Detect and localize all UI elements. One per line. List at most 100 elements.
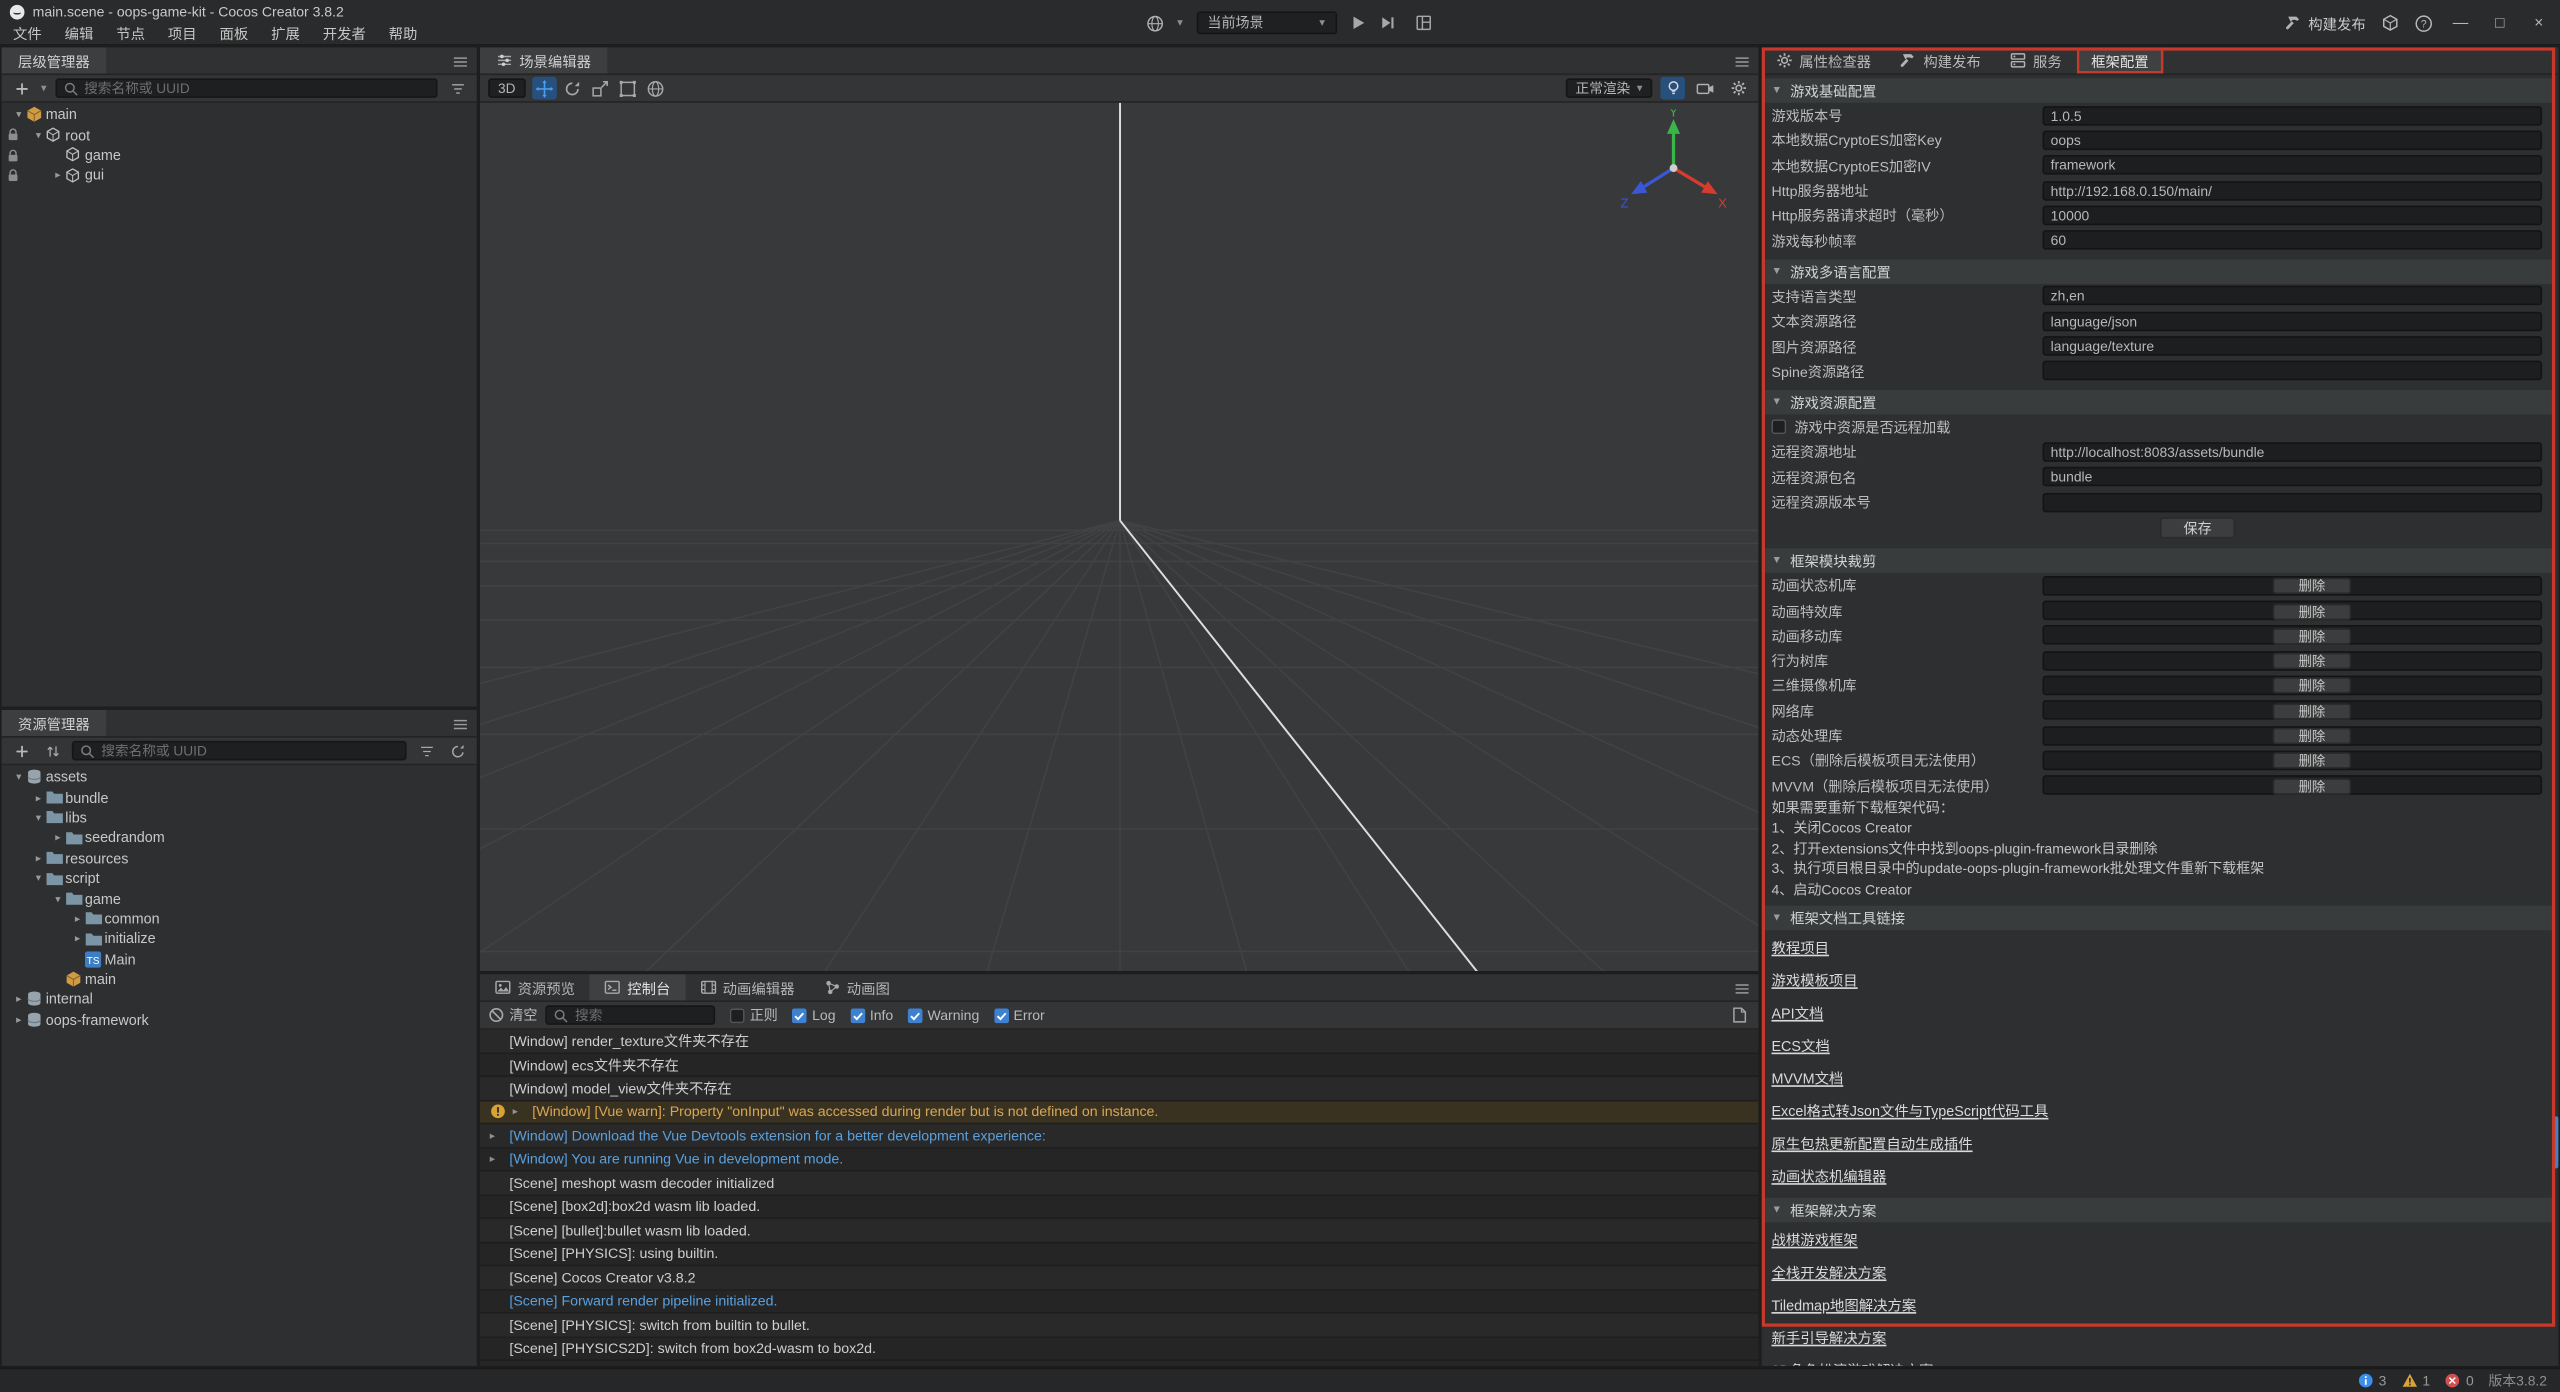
assets-tree-item[interactable]: TSMain: [2, 949, 477, 969]
section-header[interactable]: ▼框架文档工具链接: [1762, 906, 2552, 930]
log-row[interactable]: [Scene] [PHYSICS]: using builtin.: [480, 1243, 1758, 1267]
lock-icon[interactable]: [7, 128, 20, 143]
console-tab[interactable]: 资源预览: [480, 974, 590, 1000]
log-row[interactable]: [Scene] Forward render pipeline initiali…: [480, 1290, 1758, 1314]
assets-tree-item[interactable]: ▾libs: [2, 807, 477, 827]
expand-arrow-icon[interactable]: ▸: [11, 1013, 26, 1026]
assets-tree-item[interactable]: ▸bundle: [2, 787, 477, 807]
tab-hierarchy[interactable]: 层级管理器: [2, 47, 106, 73]
log-row[interactable]: [Window] model_view文件夹不存在: [480, 1077, 1758, 1101]
assets-tree-item[interactable]: ▸common: [2, 909, 477, 929]
doc-link[interactable]: MVVM文档: [1762, 1061, 2552, 1094]
doc-link[interactable]: ECS文档: [1762, 1029, 2552, 1062]
scale-tool-button[interactable]: [587, 77, 611, 100]
config-input[interactable]: 60: [2043, 230, 2543, 250]
step-button[interactable]: [1379, 15, 1395, 31]
delete-module-button[interactable]: 删除: [2273, 753, 2351, 769]
render-mode-select[interactable]: 正常渲染 ▾: [1566, 78, 1653, 98]
console-tab[interactable]: 控制台: [590, 974, 685, 1000]
assets-tree-item[interactable]: ▸internal: [2, 989, 477, 1009]
save-button[interactable]: 保存: [2160, 518, 2235, 538]
log-row[interactable]: [Window] render_texture文件夹不存在: [480, 1030, 1758, 1054]
config-input[interactable]: 1.0.5: [2043, 105, 2543, 125]
assets-tree-item[interactable]: ▸initialize: [2, 929, 477, 949]
hierarchy-tree-item[interactable]: ▾main: [2, 104, 477, 124]
lock-icon[interactable]: [7, 168, 20, 183]
doc-link[interactable]: Tiledmap地图解决方案: [1762, 1288, 2552, 1321]
move-tool-button[interactable]: [532, 77, 556, 100]
open-log-file-icon[interactable]: [1727, 1004, 1750, 1025]
preview-platform-chevron-icon[interactable]: ▾: [1177, 16, 1183, 29]
delete-module-button[interactable]: 删除: [2273, 703, 2351, 719]
section-header[interactable]: ▼游戏资源配置: [1762, 390, 2552, 414]
status-info-badge[interactable]: 3: [2357, 1372, 2386, 1388]
checkbox-icon[interactable]: [1771, 420, 1786, 435]
tab-scene-editor[interactable]: 场景编辑器: [480, 47, 607, 73]
console-tab[interactable]: 动画图: [809, 974, 904, 1000]
scene-light-toggle[interactable]: [1660, 77, 1684, 100]
log-row[interactable]: ▸[Window] You are running Vue in develop…: [480, 1148, 1758, 1172]
axis-gizmo[interactable]: Y X Z: [1618, 109, 1729, 220]
expand-arrow-icon[interactable]: ▸: [11, 993, 26, 1006]
assets-tree-item[interactable]: ▸seedrandom: [2, 828, 477, 848]
create-node-button[interactable]: [10, 78, 33, 99]
log-row[interactable]: ▸[Window] [Vue warn]: Property "onInput"…: [480, 1101, 1758, 1125]
menu-item[interactable]: 开发者: [311, 21, 377, 45]
sort-assets-icon[interactable]: [41, 740, 64, 761]
menu-item[interactable]: 扩展: [260, 21, 312, 45]
config-input[interactable]: framework: [2043, 155, 2543, 175]
preview-platform-icon[interactable]: [1146, 14, 1164, 32]
scene-viewport[interactable]: Y X Z: [480, 103, 1758, 971]
menu-item[interactable]: 文件: [2, 21, 54, 45]
filter-checkbox[interactable]: Error: [994, 1007, 1045, 1023]
hierarchy-tree-item[interactable]: ▾root: [2, 125, 477, 145]
rect-tool-button[interactable]: [615, 77, 639, 100]
menu-item[interactable]: 节点: [105, 21, 157, 45]
menu-item[interactable]: 项目: [156, 21, 208, 45]
config-input[interactable]: http://localhost:8083/assets/bundle: [2043, 442, 2543, 462]
log-row[interactable]: [Scene] [bullet]:bullet wasm lib loaded.: [480, 1219, 1758, 1243]
filter-checkbox[interactable]: Warning: [908, 1007, 979, 1023]
create-node-chevron-icon[interactable]: ▾: [41, 82, 47, 95]
config-input[interactable]: [2043, 361, 2543, 381]
assets-tree-item[interactable]: ▾game: [2, 888, 477, 908]
section-header[interactable]: ▼框架解决方案: [1762, 1198, 2552, 1222]
help-icon[interactable]: ?: [2415, 14, 2433, 32]
doc-link[interactable]: Excel格式转Json文件与TypeScript代码工具: [1762, 1094, 2552, 1127]
build-publish-button[interactable]: 构建发布: [2285, 12, 2365, 33]
expand-arrow-icon[interactable]: ▸: [51, 169, 66, 182]
assets-tree-item[interactable]: main: [2, 969, 477, 989]
log-row[interactable]: [Scene] [PHYSICS]: switch from builtin t…: [480, 1314, 1758, 1338]
doc-link[interactable]: 2D角色扮演游戏解决方案: [1762, 1353, 2552, 1366]
menu-item[interactable]: 编辑: [53, 21, 105, 45]
minimize-button[interactable]: —: [2449, 14, 2472, 32]
scrollbar-thumb[interactable]: [2554, 1116, 2559, 1168]
console-tab[interactable]: 动画编辑器: [685, 974, 809, 1000]
status-error-badge[interactable]: 0: [2445, 1372, 2474, 1388]
inspector-tab[interactable]: 服务: [1995, 47, 2076, 73]
panel-menu-icon[interactable]: [1734, 980, 1750, 996]
assets-tree-item[interactable]: ▾script: [2, 868, 477, 888]
expand-arrow-icon[interactable]: ▾: [31, 128, 46, 141]
expand-arrow-icon[interactable]: ▾: [51, 892, 66, 905]
delete-module-button[interactable]: 删除: [2273, 728, 2351, 744]
expand-arrow-icon[interactable]: ▸: [31, 851, 46, 864]
inspector-tab[interactable]: 属性检查器: [1762, 47, 1886, 73]
close-button[interactable]: ×: [2527, 14, 2550, 32]
assets-tree-item[interactable]: ▾assets: [2, 767, 477, 787]
expand-arrow-icon[interactable]: ▸: [490, 1153, 503, 1166]
delete-module-button[interactable]: 删除: [2273, 578, 2351, 594]
hierarchy-tree-item[interactable]: ▸gui: [2, 165, 477, 185]
log-row[interactable]: [Scene] meshopt wasm decoder initialized: [480, 1172, 1758, 1196]
hierarchy-tree-item[interactable]: game: [2, 145, 477, 165]
log-row[interactable]: [Scene] [box2d]:box2d wasm lib loaded.: [480, 1195, 1758, 1219]
assets-filter-icon[interactable]: [415, 740, 438, 761]
inspector-tab[interactable]: 构建发布: [1886, 47, 1996, 73]
clear-console-button[interactable]: 清空: [488, 1005, 537, 1025]
hierarchy-search-input[interactable]: 搜索名称或 UUID: [55, 78, 438, 98]
config-input[interactable]: http://192.168.0.150/main/: [2043, 180, 2543, 200]
config-input[interactable]: language/json: [2043, 311, 2543, 331]
doc-link[interactable]: 战棋游戏框架: [1762, 1223, 2552, 1256]
filter-checkbox[interactable]: Info: [850, 1007, 893, 1023]
expand-arrow-icon[interactable]: ▸: [490, 1129, 503, 1142]
